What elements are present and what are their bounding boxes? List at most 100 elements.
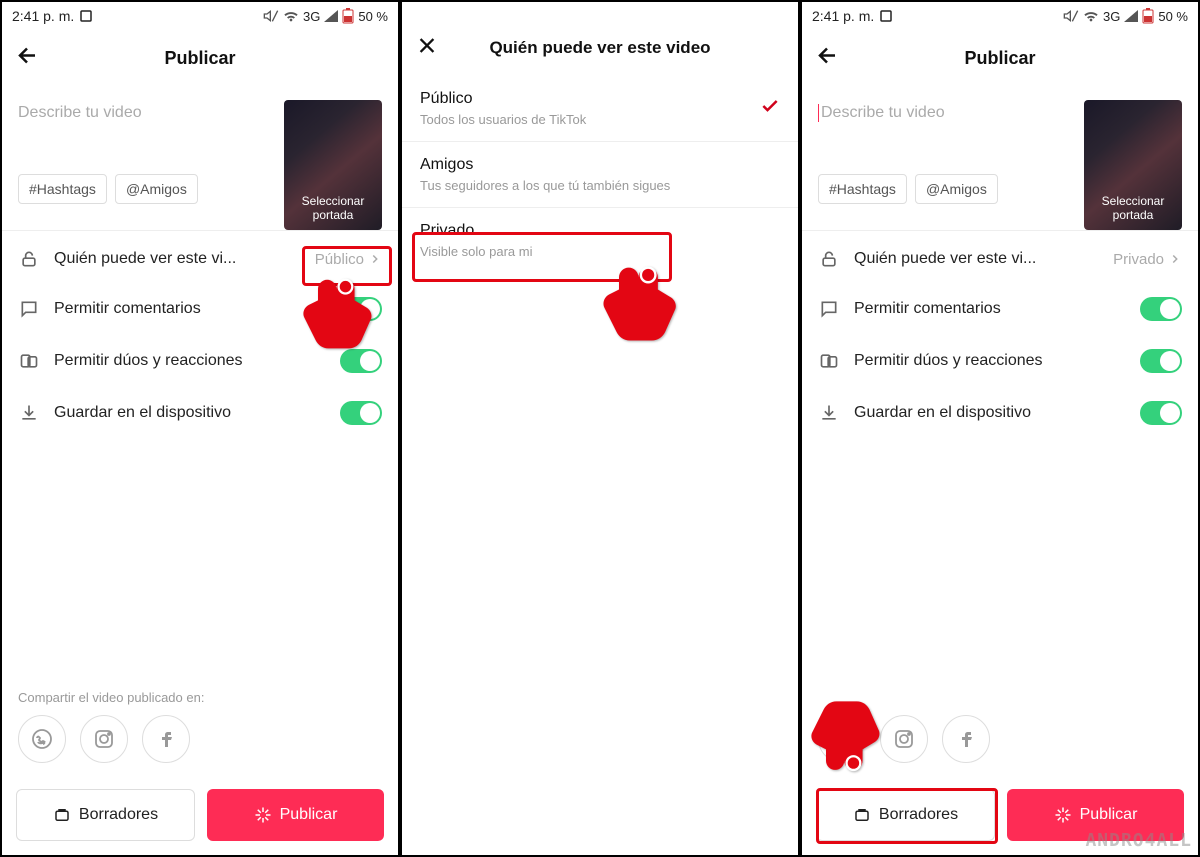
option-private[interactable]: Privado Visible solo para mi xyxy=(402,208,798,273)
hashtags-chip[interactable]: #Hashtags xyxy=(818,174,907,204)
battery-label: 50 % xyxy=(358,9,388,24)
comment-icon xyxy=(818,299,840,319)
save-row: Guardar en el dispositivo xyxy=(802,387,1198,439)
friends-chip[interactable]: @Amigos xyxy=(915,174,998,204)
publish-button[interactable]: Publicar xyxy=(207,789,384,841)
instagram-icon xyxy=(892,727,916,751)
publish-label: Publicar xyxy=(1080,806,1138,824)
battery-icon xyxy=(1142,8,1154,24)
privacy-row[interactable]: Quién puede ver este vi... Privado xyxy=(802,235,1198,283)
status-time: 2:41 p. m. xyxy=(12,8,74,24)
download-icon xyxy=(18,403,40,423)
privacy-label: Quién puede ver este vi... xyxy=(854,250,1099,268)
comment-icon xyxy=(18,299,40,319)
instagram-share[interactable] xyxy=(80,715,128,763)
option-friends[interactable]: Amigos Tus seguidores a los que tú tambi… xyxy=(402,142,798,208)
duets-label: Permitir dúos y reacciones xyxy=(854,352,1126,370)
bottom-bar: Borradores Publicar xyxy=(16,789,384,841)
save-toggle[interactable] xyxy=(340,401,382,425)
signal-icon xyxy=(324,10,338,22)
status-bar: 2:41 p. m. 3G 50 % xyxy=(2,2,398,30)
screenshot-icon xyxy=(880,10,892,22)
thumb-label: Seleccionar portada xyxy=(284,194,382,222)
wifi-icon xyxy=(1083,9,1099,23)
share-section: Compartir el video publicado en: xyxy=(2,690,398,763)
save-toggle[interactable] xyxy=(1140,401,1182,425)
settings-list: Quién puede ver este vi... Privado Permi… xyxy=(802,231,1198,443)
phone-screen-1: 2:41 p. m. 3G 50 % Publicar Describe tu … xyxy=(0,0,400,857)
close-button[interactable] xyxy=(416,35,438,62)
option-subtitle: Visible solo para mi xyxy=(420,244,780,259)
friends-chip[interactable]: @Amigos xyxy=(115,174,198,204)
watermark: ANDRO4ALL xyxy=(1085,830,1192,851)
duets-label: Permitir dúos y reacciones xyxy=(54,352,326,370)
comments-toggle[interactable] xyxy=(1140,297,1182,321)
header: Publicar xyxy=(802,30,1198,86)
comments-label: Permitir comentarios xyxy=(854,300,1126,318)
option-subtitle: Todos los usuarios de TikTok xyxy=(420,112,780,127)
publish-label: Publicar xyxy=(280,806,338,824)
duets-toggle[interactable] xyxy=(1140,349,1182,373)
lock-icon xyxy=(818,249,840,269)
page-title: Quién puede ver este video xyxy=(489,38,710,58)
phone-screen-3: 2:41 p. m. 3G 50 % Publicar Describe tu … xyxy=(800,0,1200,857)
facebook-icon xyxy=(154,727,178,751)
network-label: 3G xyxy=(1103,9,1120,24)
whatsapp-share[interactable] xyxy=(818,715,866,763)
comments-toggle[interactable] xyxy=(340,297,382,321)
facebook-share[interactable] xyxy=(142,715,190,763)
hashtags-chip[interactable]: #Hashtags xyxy=(18,174,107,204)
comments-row: Permitir comentarios xyxy=(802,283,1198,335)
mute-icon xyxy=(263,8,279,24)
privacy-value: Público xyxy=(315,251,382,268)
drafts-label: Borradores xyxy=(79,806,158,824)
duet-icon xyxy=(18,351,40,371)
option-public[interactable]: Público Todos los usuarios de TikTok xyxy=(402,76,798,142)
publish-icon xyxy=(254,806,272,824)
duets-toggle[interactable] xyxy=(340,349,382,373)
save-label: Guardar en el dispositivo xyxy=(854,404,1126,422)
description-section: Describe tu video #Hashtags @Amigos Sele… xyxy=(802,86,1198,231)
comments-row: Permitir comentarios xyxy=(2,283,398,335)
lock-icon xyxy=(18,249,40,269)
status-time: 2:41 p. m. xyxy=(812,8,874,24)
privacy-value: Privado xyxy=(1113,251,1182,268)
page-title: Publicar xyxy=(164,48,235,69)
duets-row: Permitir dúos y reacciones xyxy=(2,335,398,387)
instagram-icon xyxy=(92,727,116,751)
signal-icon xyxy=(1124,10,1138,22)
chevron-right-icon xyxy=(368,252,382,266)
page-title: Publicar xyxy=(964,48,1035,69)
cover-thumbnail[interactable]: Seleccionar portada xyxy=(1084,100,1182,230)
check-icon xyxy=(760,96,780,121)
privacy-row[interactable]: Quién puede ver este vi... Público xyxy=(2,235,398,283)
settings-list: Quién puede ver este vi... Público Permi… xyxy=(2,231,398,443)
header: Quién puede ver este video xyxy=(402,20,798,76)
thumb-label: Seleccionar portada xyxy=(1084,194,1182,222)
description-input[interactable]: Describe tu video xyxy=(18,100,272,160)
drafts-icon xyxy=(853,806,871,824)
duets-row: Permitir dúos y reacciones xyxy=(802,335,1198,387)
close-icon xyxy=(416,35,438,57)
instagram-share[interactable] xyxy=(880,715,928,763)
drafts-button[interactable]: Borradores xyxy=(16,789,195,841)
share-section xyxy=(802,715,1198,763)
whatsapp-share[interactable] xyxy=(18,715,66,763)
battery-label: 50 % xyxy=(1158,9,1188,24)
drafts-label: Borradores xyxy=(879,806,958,824)
back-button[interactable] xyxy=(816,44,840,73)
chevron-right-icon xyxy=(1168,252,1182,266)
option-title: Amigos xyxy=(420,156,780,174)
whatsapp-icon xyxy=(30,727,54,751)
description-input[interactable]: Describe tu video xyxy=(818,100,1072,160)
cover-thumbnail[interactable]: Seleccionar portada xyxy=(284,100,382,230)
status-bar-blank xyxy=(402,2,798,20)
annotation-hand xyxy=(602,262,687,367)
network-label: 3G xyxy=(303,9,320,24)
header: Publicar xyxy=(2,30,398,86)
drafts-button[interactable]: Borradores xyxy=(816,789,995,841)
drafts-icon xyxy=(53,806,71,824)
back-button[interactable] xyxy=(16,44,40,73)
option-subtitle: Tus seguidores a los que tú también sigu… xyxy=(420,178,780,193)
facebook-share[interactable] xyxy=(942,715,990,763)
